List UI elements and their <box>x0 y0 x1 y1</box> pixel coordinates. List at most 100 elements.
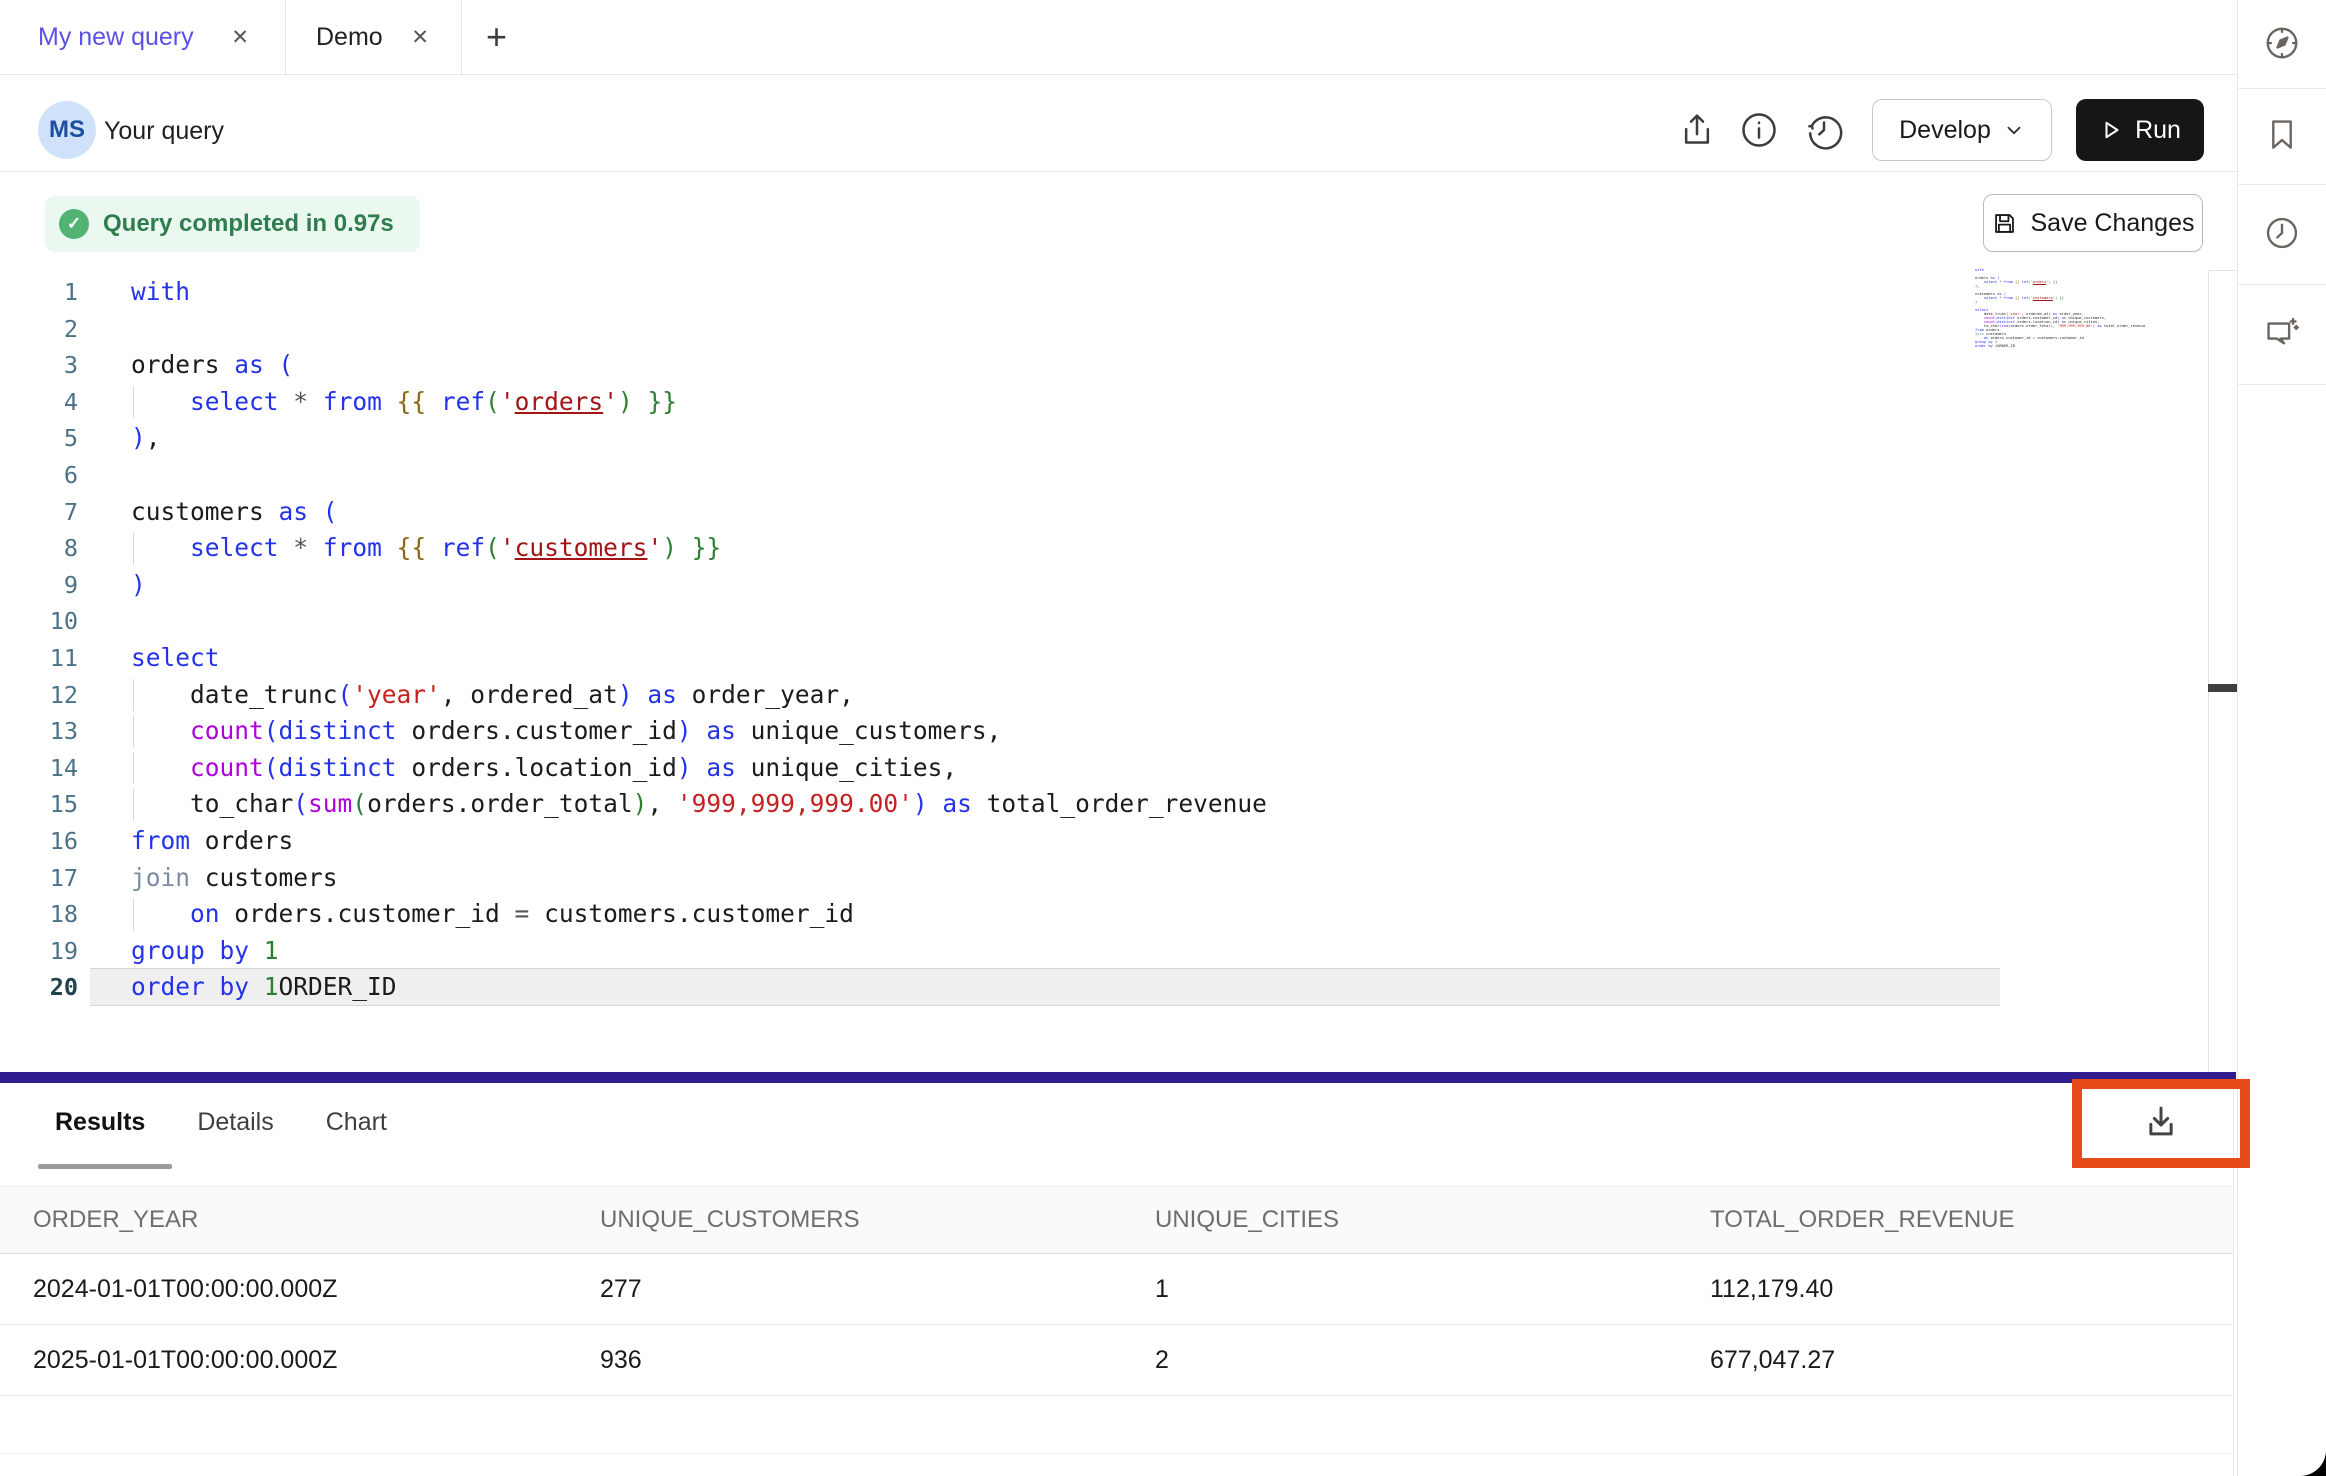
new-tab-button[interactable]: + <box>486 19 507 55</box>
minimap[interactable]: withorders as ( select * from {{ ref('or… <box>1975 268 2145 358</box>
status-message: Query completed in 0.97s <box>103 210 394 238</box>
history-icon[interactable] <box>1804 110 1844 150</box>
line-number: 15 <box>0 786 78 823</box>
tab-label: Demo <box>316 23 383 52</box>
line-number: 7 <box>0 494 78 531</box>
tab-demo[interactable]: Demo ✕ <box>286 0 462 74</box>
code-line: 17join customers <box>0 860 2200 897</box>
line-number: 5 <box>0 420 78 457</box>
close-icon[interactable]: ✕ <box>411 25 429 50</box>
results-table-header: ORDER_YEARUNIQUE_CUSTOMERSUNIQUE_CITIEST… <box>0 1187 2233 1254</box>
save-icon <box>1991 210 2018 237</box>
info-icon[interactable] <box>1739 110 1779 150</box>
code-line: 13 count(distinct orders.customer_id) as… <box>0 713 2200 750</box>
editor-scrollbar-thumb[interactable] <box>2208 684 2237 692</box>
compass-icon[interactable] <box>2263 24 2301 65</box>
table-cell: 2024-01-01T00:00:00.000Z <box>0 1254 567 1325</box>
panel-divider-bar[interactable] <box>0 1072 2236 1083</box>
develop-dropdown[interactable]: Develop <box>1872 99 2052 161</box>
column-header: TOTAL_ORDER_REVENUE <box>1677 1187 2233 1254</box>
line-number: 10 <box>0 603 78 640</box>
code-line: 14 count(distinct orders.location_id) as… <box>0 750 2200 787</box>
history-clock-icon[interactable] <box>2263 214 2301 255</box>
column-header: ORDER_YEAR <box>0 1187 567 1254</box>
editor-gutter-top <box>2208 270 2237 271</box>
table-cell: 112,179.40 <box>1677 1254 2233 1325</box>
active-tab-underline <box>38 1164 172 1169</box>
table-cell: 2 <box>1122 1325 1677 1396</box>
ref-model-link[interactable]: customers <box>515 533 648 562</box>
close-icon[interactable]: ✕ <box>231 25 249 50</box>
results-tab-results[interactable]: Results <box>55 1108 145 1137</box>
code-line: 18 on orders.customer_id = customers.cus… <box>0 896 2200 933</box>
code-line: 6 <box>0 457 2200 494</box>
table-cell: 936 <box>567 1325 1122 1396</box>
code-line: 2 <box>0 311 2200 348</box>
table-row: 2024-01-01T00:00:00.000Z2771112,179.40 <box>0 1254 2233 1325</box>
code-line: 4 select * from {{ ref('orders') }} <box>0 384 2200 421</box>
code-line: 1with <box>0 274 2200 311</box>
line-number: 3 <box>0 347 78 384</box>
code-line: 19group by 1 <box>0 933 2200 970</box>
window-corner <box>2300 1450 2326 1476</box>
code-line: 8 select * from {{ ref('customers') }} <box>0 530 2200 567</box>
code-line: 5), <box>0 420 2200 457</box>
line-number: 16 <box>0 823 78 860</box>
results-tab-bar: Results Details Chart <box>55 1108 387 1137</box>
line-number: 6 <box>0 457 78 494</box>
code-line: 9) <box>0 567 2200 604</box>
share-icon[interactable] <box>1677 110 1717 150</box>
develop-label: Develop <box>1899 116 1991 145</box>
play-icon <box>2099 118 2123 142</box>
chevron-down-icon <box>2003 119 2025 141</box>
query-status-badge: ✓ Query completed in 0.97s <box>45 196 420 252</box>
table-cell: 1 <box>1122 1254 1677 1325</box>
line-number: 17 <box>0 860 78 897</box>
line-number: 19 <box>0 933 78 970</box>
line-number: 1 <box>0 274 78 311</box>
chat-sparkle-icon[interactable] <box>2263 314 2301 355</box>
query-ide-window: My new query ✕ Demo ✕ + MS Your query Develo… <box>0 0 2326 1476</box>
code-line: 11select <box>0 640 2200 677</box>
run-button[interactable]: Run <box>2076 99 2204 161</box>
ref-model-link[interactable]: orders <box>515 387 604 416</box>
code-line: 15 to_char(sum(orders.order_total), '999… <box>0 786 2200 823</box>
code-line: 12 date_trunc('year', ordered_at) as ord… <box>0 677 2200 714</box>
tab-label: My new query <box>38 23 194 52</box>
tab-my-new-query[interactable]: My new query ✕ <box>0 0 286 74</box>
right-sidebar <box>2237 0 2326 1476</box>
line-number: 18 <box>0 896 78 933</box>
results-tab-details[interactable]: Details <box>197 1108 273 1137</box>
results-tab-chart[interactable]: Chart <box>326 1108 387 1137</box>
line-number: 13 <box>0 713 78 750</box>
save-changes-label: Save Changes <box>2030 209 2194 238</box>
line-number: 12 <box>0 677 78 714</box>
annotation-highlight-box <box>2072 1079 2250 1168</box>
line-number: 4 <box>0 384 78 421</box>
code-line: 16from orders <box>0 823 2200 860</box>
table-cell: 677,047.27 <box>1677 1325 2233 1396</box>
line-number: 9 <box>0 567 78 604</box>
results-table: ORDER_YEARUNIQUE_CUSTOMERSUNIQUE_CITIEST… <box>0 1186 2233 1396</box>
column-header: UNIQUE_CUSTOMERS <box>567 1187 1122 1254</box>
table-bottom-line <box>0 1453 2233 1454</box>
table-cell: 2025-01-01T00:00:00.000Z <box>0 1325 567 1396</box>
column-header: UNIQUE_CITIES <box>1122 1187 1677 1254</box>
editor-gutter <box>2208 270 2209 1072</box>
line-number: 2 <box>0 311 78 348</box>
code-line: 7customers as ( <box>0 494 2200 531</box>
line-number: 20 <box>0 969 78 1006</box>
tab-bar: My new query ✕ Demo ✕ + <box>0 0 2237 75</box>
save-changes-button[interactable]: Save Changes <box>1983 194 2203 252</box>
line-number: 8 <box>0 530 78 567</box>
check-circle-icon: ✓ <box>59 209 89 239</box>
avatar: MS <box>38 101 96 159</box>
run-label: Run <box>2135 116 2181 145</box>
line-number: 11 <box>0 640 78 677</box>
table-cell: 277 <box>567 1254 1122 1325</box>
code-editor[interactable]: 1with23orders as (4 select * from {{ ref… <box>0 274 2200 1006</box>
bookmark-icon[interactable] <box>2263 116 2301 157</box>
page-title: Your query <box>104 117 224 146</box>
code-line: 20order by 1ORDER_ID <box>0 969 2200 1006</box>
code-line: 10 <box>0 603 2200 640</box>
